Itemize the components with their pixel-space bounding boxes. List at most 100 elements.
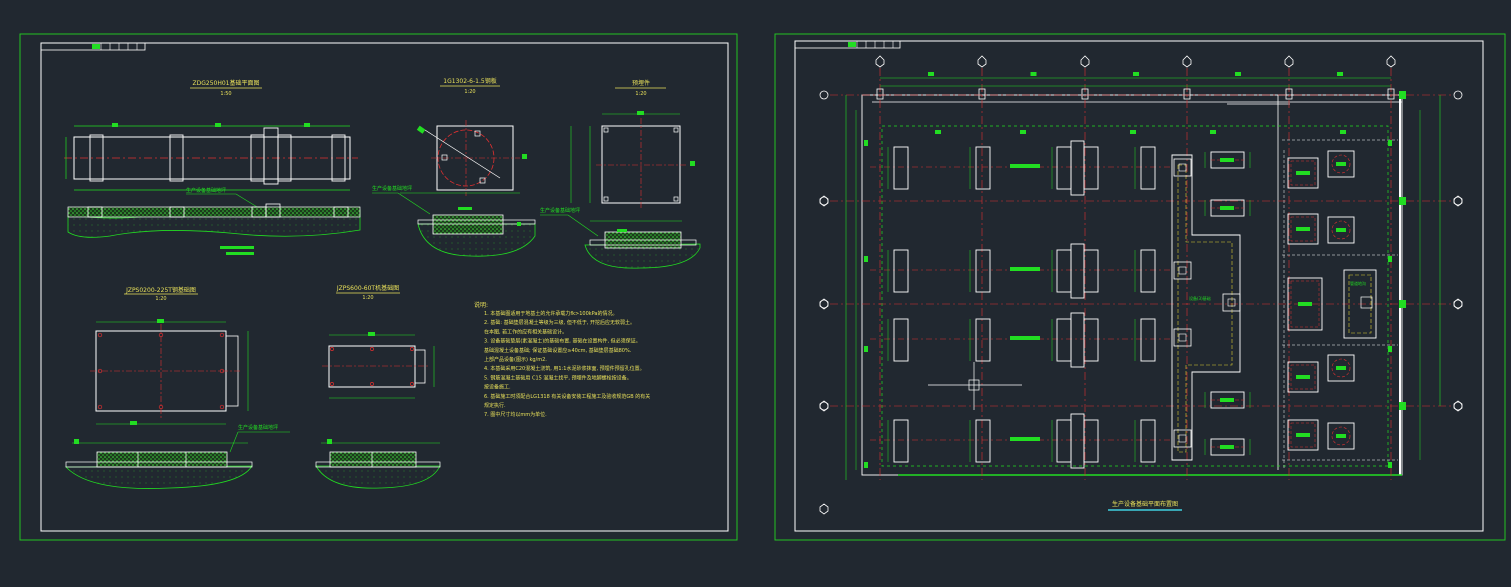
view-c-leader-label: 生产设备基础地坪 [540,207,580,214]
sheet-left: ZDG250H01基础平面图 1:50 生产设备基础地坪 1G1302-6-1.… [19,33,738,541]
note-line: 按设备施工. [484,384,511,391]
machine-label-bar [1010,267,1040,271]
view-d-scale: 1:20 [155,296,166,302]
sheet-right: 设备(3)基础 管道地沟 生产设备基础平面布置图 [774,33,1506,541]
grid-bubble-left-hex [819,298,829,310]
machine-pad [1083,419,1099,463]
grid-bubble-col [1284,55,1294,68]
notes-heading: 说明: [474,301,488,309]
note-line: 1. 本基础图适用于地基土的允许承载力fk>100kPa的情况。 [484,310,618,317]
wall-dim-mark-top [1130,130,1136,134]
trench-pit [1173,261,1192,280]
wall-dim-mark-top [1340,130,1346,134]
wall-dim-mark [864,256,868,262]
machine-pad [1083,146,1099,190]
view-c-title: 预埋件 [632,79,650,87]
trench-label: 设备(3)基础 [1189,295,1211,301]
right-bay-label-bar [1296,433,1310,437]
machine-pad [1056,146,1072,190]
machine-pad [1140,318,1156,362]
machine-pad [893,249,909,293]
note-line: 基础混凝土设备基础; 保证基础设置应≥40cm, 基础垫层基础80%. [484,347,632,354]
cad-drawing-canvas: ZDG250H01基础平面图 1:50 生产设备基础地坪 1G1302-6-1.… [19,33,1506,541]
equipment-label-bar [1220,445,1234,449]
machine-pad [1140,419,1156,463]
note-line: 7. 图中尺寸均以mm为单位. [484,411,547,418]
wall-dim-mark [1388,346,1392,352]
grid-bubble-right-hex [1453,400,1463,412]
trench-pit-inner [1178,333,1187,342]
machine-pad [893,318,909,362]
sheet-right-outer-border [774,33,1506,541]
view-a-leader-label: 生产设备基础地坪 [186,187,226,194]
machine-pad [1056,249,1072,293]
equipment-label-bar [1220,206,1234,210]
view-b-title: 1G1302-6-1.5钢板 [443,77,496,85]
machine-pad [1056,318,1072,362]
square-pad-bar [1336,434,1346,438]
wall-dim-mark [1388,140,1392,146]
row-anchor [1399,402,1406,410]
grid-bubble-col [1182,55,1192,68]
view-d-foundation: JZPS0200-225T钢基础图 1:20 生产设备基础地坪 [65,286,290,489]
machine-pad [975,249,991,293]
grid-bubble-left-hex [819,400,829,412]
view-a-title: ZDG250H01基础平面图 [193,79,260,87]
note-line: 上部产品设备(图示) kg/m2. [484,356,547,363]
wall-dim-mark [1388,462,1392,468]
machine-pad [1140,146,1156,190]
right-bay-label-bar [1296,227,1310,231]
tank-pit [1360,296,1373,309]
note-line: 在本图, 若工作的应有相关基础设计。 [484,328,567,335]
row-anchor [1399,300,1406,308]
dim-mark [928,72,934,76]
machine-pad-large [1070,140,1085,196]
notes-block: 说明: 1. 本基础图适用于地基土的允许承载力fk>100kPa的情况。 2. 基… [474,301,650,418]
machine-label-bar [1010,336,1040,340]
machine-pad [1083,318,1099,362]
view-e-foundation: JZPS600-60T机基础图 1:20 [315,284,441,489]
trench-pit-inner [1227,298,1236,307]
view-a-foundation-plan: ZDG250H01基础平面图 1:50 生产设备基础地坪 [64,79,361,255]
view-b-scale: 1:20 [464,89,475,95]
view-e-title: JZPS600-60T机基础图 [336,284,399,292]
machine-pad [975,419,991,463]
grid-bubble-col [1386,55,1396,68]
dim-mark [1235,72,1241,76]
wall-dim-mark [864,140,868,146]
machine-pad [975,318,991,362]
trench-pit [1173,328,1192,347]
equipment-label-bar [1220,398,1234,402]
machine-label-bar [1010,437,1040,441]
sheet-left-title-strip [40,42,146,51]
wall-dim-mark [864,462,868,468]
plan-title: 生产设备基础平面布置图 [1112,500,1178,508]
machine-pad [1083,249,1099,293]
view-d-title: JZPS0200-225T钢基础图 [125,286,196,294]
view-d-leader-label: 生产设备基础地坪 [238,424,278,431]
dim-mark [1133,72,1139,76]
machine-pad-large [1070,413,1085,469]
machine-pad [1140,249,1156,293]
sheet-right-title-strip [794,40,901,49]
grid-bubble-col [977,55,987,68]
grid-bubble-col [875,55,885,68]
equipment-label-bar [1220,158,1234,162]
machine-pad-large [1070,243,1085,299]
grid-bubble-right-hex [1453,195,1463,207]
foundation-layout-plan: 设备(3)基础 管道地沟 [819,55,1463,515]
row-anchor [1399,91,1406,99]
grid-bubble-left-hex [819,503,829,515]
right-bay-label-bar [1298,302,1312,306]
wall-dim-mark-top [1020,130,1026,134]
note-line: 6. 基础施工时须配合LG1318 有关设备安装工程施工及验收规范GB 的有关 [484,393,650,400]
wall-dim-mark [1388,256,1392,262]
note-line: 4. 本基础采用C20混凝土浇筑, 用1:1水泥砂浆抹面, 预埋件预留孔位置。 [484,365,645,372]
note-line: 2. 基础: 基础垫层混凝土等级为三级, 但不低于, 开挖后应无软弱土。 [484,319,635,326]
view-b-leader-label: 生产设备基础地坪 [372,185,412,192]
trench-pit-inner [1178,434,1187,443]
trench-pit [1173,158,1192,177]
right-bay-label-bar [1296,171,1310,175]
view-c-embedded-plate: 预埋件 1:20 生产设备基础地坪 [540,79,701,269]
note-line: 5. 钢筋混凝土基础用 C15 混凝土找平, 预埋件及地脚螺栓按设备。 [484,374,632,381]
